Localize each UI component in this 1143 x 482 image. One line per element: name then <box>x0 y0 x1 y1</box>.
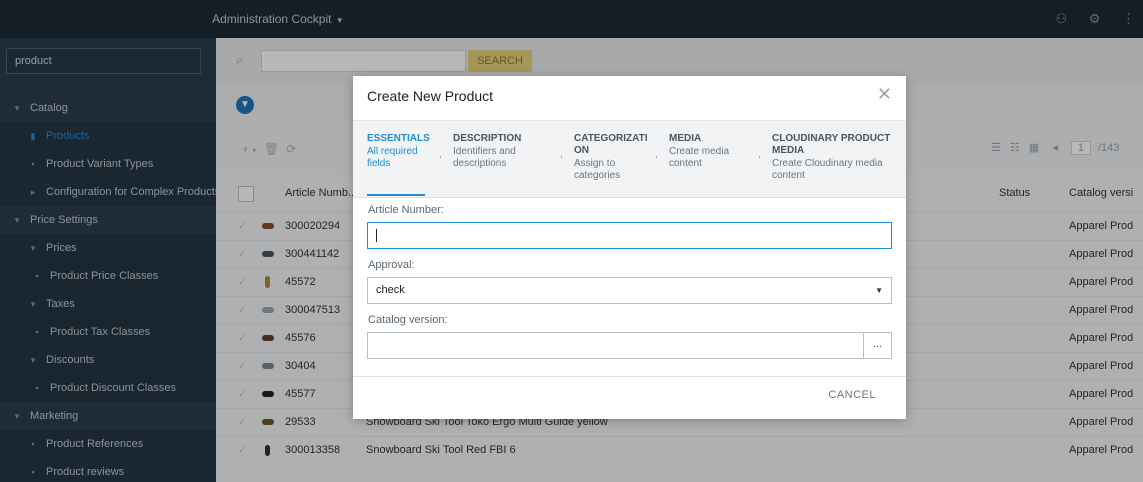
step-categorization[interactable]: CATEGORIZATI ON Assign to categories <box>574 133 648 181</box>
step-desc: All required <box>367 146 418 157</box>
dialog-title: Create New Product <box>367 88 494 104</box>
step-desc: content <box>669 158 702 169</box>
dialog-footer: CANCEL <box>353 376 906 420</box>
step-desc: fields <box>367 158 391 169</box>
article-number-label: Article Number: <box>368 204 444 216</box>
step-title: CLOUDINARY PRODUCT <box>772 133 891 144</box>
approval-label: Approval: <box>368 259 415 271</box>
reference-picker-button[interactable]: ... <box>863 333 891 358</box>
step-title: CATEGORIZATI <box>574 133 648 144</box>
step-separator: , <box>758 149 761 160</box>
step-desc: Create media <box>669 146 730 157</box>
article-number-input[interactable] <box>367 222 892 249</box>
step-description[interactable]: DESCRIPTION Identifiers and descriptions <box>453 133 521 169</box>
step-desc: Create Cloudinary media <box>772 158 883 169</box>
step-title: MEDIA <box>772 145 805 156</box>
catalog-version-input[interactable]: ... <box>367 332 892 359</box>
step-title: ON <box>574 145 589 156</box>
step-desc: content <box>772 170 805 181</box>
step-desc: descriptions <box>453 158 507 169</box>
text-cursor <box>376 229 377 242</box>
step-cloudinary-media[interactable]: CLOUDINARY PRODUCT MEDIA Create Cloudina… <box>772 133 890 181</box>
step-title: MEDIA <box>669 133 702 144</box>
step-separator: , <box>655 149 658 160</box>
step-media[interactable]: MEDIA Create media content <box>669 133 729 169</box>
step-title: ESSENTIALS <box>367 133 430 144</box>
cancel-button[interactable]: CANCEL <box>828 389 876 401</box>
wizard-steps: ESSENTIALS All required fields , DESCRIP… <box>353 120 906 198</box>
step-desc: Identifiers and <box>453 146 516 157</box>
approval-value: check <box>376 284 405 296</box>
create-product-dialog: Create New Product ✕ ESSENTIALS All requ… <box>353 76 906 419</box>
step-desc: Assign to <box>574 158 616 169</box>
step-essentials[interactable]: ESSENTIALS All required fields <box>367 133 430 169</box>
approval-select[interactable]: check ▼ <box>367 277 892 304</box>
catalog-version-label: Catalog version: <box>368 314 448 326</box>
step-title: DESCRIPTION <box>453 133 522 144</box>
step-separator: , <box>560 149 563 160</box>
step-separator: , <box>439 149 442 160</box>
chevron-down-icon: ▼ <box>875 286 883 295</box>
step-desc: categories <box>574 170 621 181</box>
active-step-indicator <box>367 194 425 196</box>
close-icon[interactable]: ✕ <box>877 84 892 105</box>
